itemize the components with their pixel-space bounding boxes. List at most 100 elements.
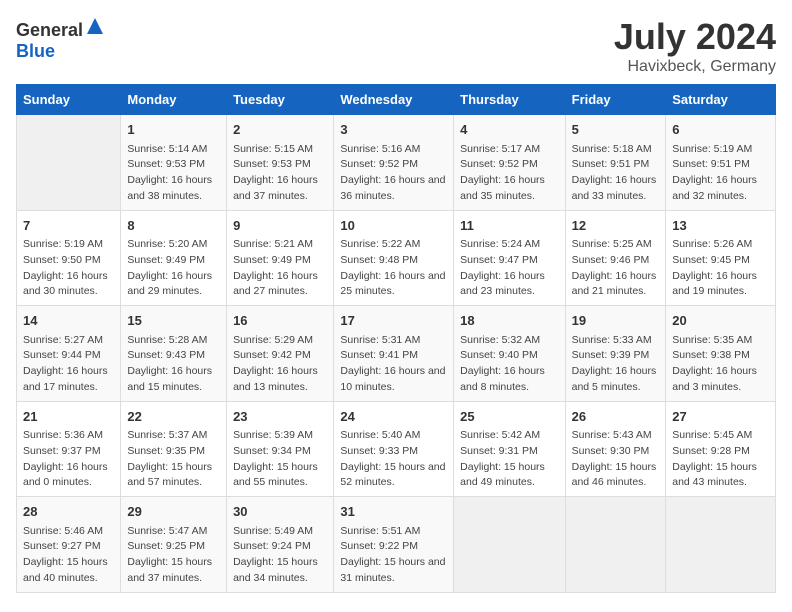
day-info: Sunrise: 5:21 AMSunset: 9:49 PMDaylight:… [233,237,327,300]
day-info: Sunrise: 5:47 AMSunset: 9:25 PMDaylight:… [127,524,220,587]
logo: General Blue [16,16,105,62]
day-info: Sunrise: 5:16 AMSunset: 9:52 PMDaylight:… [340,142,447,205]
day-number: 22 [127,407,220,427]
day-info: Sunrise: 5:37 AMSunset: 9:35 PMDaylight:… [127,428,220,491]
day-info: Sunrise: 5:26 AMSunset: 9:45 PMDaylight:… [672,237,769,300]
calendar-cell: 5Sunrise: 5:18 AMSunset: 9:51 PMDaylight… [565,115,666,211]
calendar-cell [666,497,776,593]
day-info: Sunrise: 5:51 AMSunset: 9:22 PMDaylight:… [340,524,447,587]
calendar-cell: 26Sunrise: 5:43 AMSunset: 9:30 PMDayligh… [565,401,666,497]
week-row-5: 28Sunrise: 5:46 AMSunset: 9:27 PMDayligh… [17,497,776,593]
day-number: 3 [340,120,447,140]
day-number: 19 [572,311,660,331]
day-number: 27 [672,407,769,427]
location-title: Havixbeck, Germany [614,58,776,76]
day-number: 16 [233,311,327,331]
day-info: Sunrise: 5:19 AMSunset: 9:50 PMDaylight:… [23,237,114,300]
weekday-header-row: SundayMondayTuesdayWednesdayThursdayFrid… [17,85,776,115]
day-number: 4 [460,120,558,140]
logo-blue: Blue [16,41,55,61]
calendar-cell [17,115,121,211]
weekday-header-sunday: Sunday [17,85,121,115]
calendar-cell [454,497,565,593]
calendar-cell: 15Sunrise: 5:28 AMSunset: 9:43 PMDayligh… [121,306,227,402]
day-number: 18 [460,311,558,331]
calendar-cell: 1Sunrise: 5:14 AMSunset: 9:53 PMDaylight… [121,115,227,211]
calendar-cell: 17Sunrise: 5:31 AMSunset: 9:41 PMDayligh… [334,306,454,402]
day-number: 7 [23,216,114,236]
calendar-cell: 12Sunrise: 5:25 AMSunset: 9:46 PMDayligh… [565,210,666,306]
weekday-header-friday: Friday [565,85,666,115]
day-number: 14 [23,311,114,331]
calendar-cell: 20Sunrise: 5:35 AMSunset: 9:38 PMDayligh… [666,306,776,402]
day-number: 8 [127,216,220,236]
day-number: 24 [340,407,447,427]
day-info: Sunrise: 5:22 AMSunset: 9:48 PMDaylight:… [340,237,447,300]
day-number: 1 [127,120,220,140]
calendar-cell: 10Sunrise: 5:22 AMSunset: 9:48 PMDayligh… [334,210,454,306]
weekday-header-monday: Monday [121,85,227,115]
day-info: Sunrise: 5:39 AMSunset: 9:34 PMDaylight:… [233,428,327,491]
logo-text: General Blue [16,16,105,62]
day-number: 9 [233,216,327,236]
day-number: 23 [233,407,327,427]
day-info: Sunrise: 5:46 AMSunset: 9:27 PMDaylight:… [23,524,114,587]
calendar-cell: 27Sunrise: 5:45 AMSunset: 9:28 PMDayligh… [666,401,776,497]
day-number: 10 [340,216,447,236]
day-number: 21 [23,407,114,427]
logo-general: General [16,20,83,40]
calendar-cell: 21Sunrise: 5:36 AMSunset: 9:37 PMDayligh… [17,401,121,497]
day-info: Sunrise: 5:40 AMSunset: 9:33 PMDaylight:… [340,428,447,491]
weekday-header-tuesday: Tuesday [227,85,334,115]
week-row-4: 21Sunrise: 5:36 AMSunset: 9:37 PMDayligh… [17,401,776,497]
week-row-2: 7Sunrise: 5:19 AMSunset: 9:50 PMDaylight… [17,210,776,306]
week-row-1: 1Sunrise: 5:14 AMSunset: 9:53 PMDaylight… [17,115,776,211]
day-info: Sunrise: 5:32 AMSunset: 9:40 PMDaylight:… [460,333,558,396]
day-info: Sunrise: 5:35 AMSunset: 9:38 PMDaylight:… [672,333,769,396]
day-info: Sunrise: 5:18 AMSunset: 9:51 PMDaylight:… [572,142,660,205]
day-info: Sunrise: 5:24 AMSunset: 9:47 PMDaylight:… [460,237,558,300]
weekday-header-saturday: Saturday [666,85,776,115]
weekday-header-thursday: Thursday [454,85,565,115]
calendar-cell: 31Sunrise: 5:51 AMSunset: 9:22 PMDayligh… [334,497,454,593]
day-number: 31 [340,502,447,522]
day-number: 2 [233,120,327,140]
title-area: July 2024 Havixbeck, Germany [614,16,776,76]
day-number: 30 [233,502,327,522]
day-info: Sunrise: 5:25 AMSunset: 9:46 PMDaylight:… [572,237,660,300]
day-number: 13 [672,216,769,236]
day-info: Sunrise: 5:49 AMSunset: 9:24 PMDaylight:… [233,524,327,587]
day-info: Sunrise: 5:42 AMSunset: 9:31 PMDaylight:… [460,428,558,491]
calendar-cell: 13Sunrise: 5:26 AMSunset: 9:45 PMDayligh… [666,210,776,306]
calendar-cell: 28Sunrise: 5:46 AMSunset: 9:27 PMDayligh… [17,497,121,593]
calendar-cell: 14Sunrise: 5:27 AMSunset: 9:44 PMDayligh… [17,306,121,402]
calendar-cell: 7Sunrise: 5:19 AMSunset: 9:50 PMDaylight… [17,210,121,306]
calendar-cell: 3Sunrise: 5:16 AMSunset: 9:52 PMDaylight… [334,115,454,211]
calendar-cell: 9Sunrise: 5:21 AMSunset: 9:49 PMDaylight… [227,210,334,306]
calendar-cell: 29Sunrise: 5:47 AMSunset: 9:25 PMDayligh… [121,497,227,593]
day-info: Sunrise: 5:31 AMSunset: 9:41 PMDaylight:… [340,333,447,396]
calendar-cell: 8Sunrise: 5:20 AMSunset: 9:49 PMDaylight… [121,210,227,306]
day-info: Sunrise: 5:17 AMSunset: 9:52 PMDaylight:… [460,142,558,205]
calendar-table: SundayMondayTuesdayWednesdayThursdayFrid… [16,84,776,593]
calendar-cell [565,497,666,593]
calendar-cell: 25Sunrise: 5:42 AMSunset: 9:31 PMDayligh… [454,401,565,497]
day-info: Sunrise: 5:14 AMSunset: 9:53 PMDaylight:… [127,142,220,205]
day-number: 12 [572,216,660,236]
day-number: 29 [127,502,220,522]
logo-icon [85,16,105,36]
day-number: 26 [572,407,660,427]
day-number: 5 [572,120,660,140]
weekday-header-wednesday: Wednesday [334,85,454,115]
day-number: 28 [23,502,114,522]
day-info: Sunrise: 5:27 AMSunset: 9:44 PMDaylight:… [23,333,114,396]
day-number: 6 [672,120,769,140]
day-info: Sunrise: 5:33 AMSunset: 9:39 PMDaylight:… [572,333,660,396]
calendar-cell: 4Sunrise: 5:17 AMSunset: 9:52 PMDaylight… [454,115,565,211]
day-info: Sunrise: 5:15 AMSunset: 9:53 PMDaylight:… [233,142,327,205]
header: General Blue July 2024 Havixbeck, German… [16,16,776,76]
day-info: Sunrise: 5:36 AMSunset: 9:37 PMDaylight:… [23,428,114,491]
day-number: 25 [460,407,558,427]
day-info: Sunrise: 5:20 AMSunset: 9:49 PMDaylight:… [127,237,220,300]
calendar-cell: 22Sunrise: 5:37 AMSunset: 9:35 PMDayligh… [121,401,227,497]
